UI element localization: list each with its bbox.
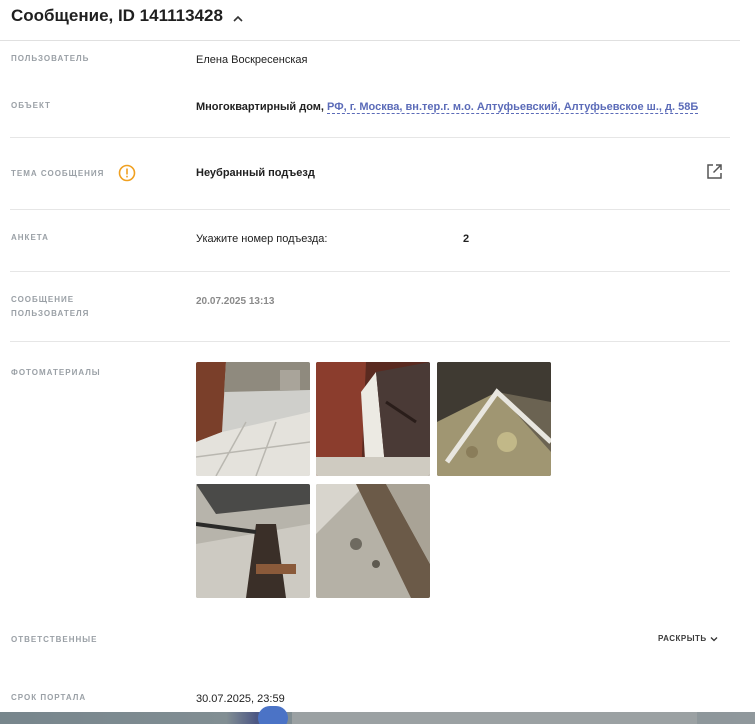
divider — [10, 271, 730, 272]
user-value: Елена Воскресенская — [196, 54, 308, 66]
photo-thumbnail[interactable] — [316, 484, 430, 598]
photo-thumbnail[interactable] — [437, 362, 551, 476]
responsible-label: ОТВЕТСТВЕННЫЕ — [11, 635, 98, 644]
user-message-label: СООБЩЕНИЕ ПОЛЬЗОВАТЕЛЯ — [11, 295, 89, 319]
form-answer: 2 — [463, 233, 470, 245]
user-message-label-line2: ПОЛЬЗОВАТЕЛЯ — [11, 309, 90, 318]
page-title: Сообщение, ID 141113428 — [11, 6, 244, 26]
panel-header: Сообщение, ID 141113428 — [0, 0, 740, 41]
object-address-link[interactable]: РФ, г. Москва, вн.тер.г. м.о. Алтуфьевск… — [327, 101, 699, 114]
user-message-date: 20.07.2025 13:13 — [196, 296, 275, 307]
topic-label: ТЕМА СООБЩЕНИЯ — [11, 169, 105, 178]
deadline-label: СРОК ПОРТАЛА — [11, 693, 87, 702]
warning-circle-icon[interactable] — [118, 164, 136, 182]
divider — [10, 341, 730, 342]
form-question: Укажите номер подъезда: — [196, 233, 328, 245]
map-strip — [0, 706, 755, 724]
object-type: Многоквартирный дом, — [196, 101, 324, 113]
expand-responsible-button[interactable]: РАСКРЫТЬ — [658, 634, 718, 643]
page-title-text: Сообщение, ID 141113428 — [11, 6, 223, 25]
chevron-up-icon[interactable] — [232, 10, 244, 22]
open-in-new-icon[interactable] — [706, 163, 723, 180]
object-value: Многоквартирный дом, РФ, г. Москва, вн.т… — [196, 100, 699, 114]
divider — [10, 209, 730, 210]
photo-thumbnail[interactable] — [196, 484, 310, 598]
deadline-value: 30.07.2025, 23:59 — [196, 693, 285, 705]
object-label: ОБЪЕКТ — [11, 101, 51, 110]
message-details-panel: Сообщение, ID 141113428 ПОЛЬЗОВАТЕЛЬ Еле… — [0, 0, 755, 724]
chevron-down-icon — [710, 636, 718, 641]
photos-label: ФОТОМАТЕРИАЛЫ — [11, 368, 101, 377]
user-label: ПОЛЬЗОВАТЕЛЬ — [11, 54, 90, 63]
photo-thumbnail[interactable] — [196, 362, 310, 476]
user-message-label-line1: СООБЩЕНИЕ — [11, 295, 75, 304]
divider — [10, 137, 730, 138]
topic-value: Неубранный подъезд — [196, 167, 315, 179]
form-label: АНКЕТА — [11, 233, 49, 242]
map-marker — [258, 706, 288, 724]
map-overlay — [292, 712, 697, 724]
expand-button-label: РАСКРЫТЬ — [658, 634, 707, 643]
photo-thumbnail[interactable] — [316, 362, 430, 476]
